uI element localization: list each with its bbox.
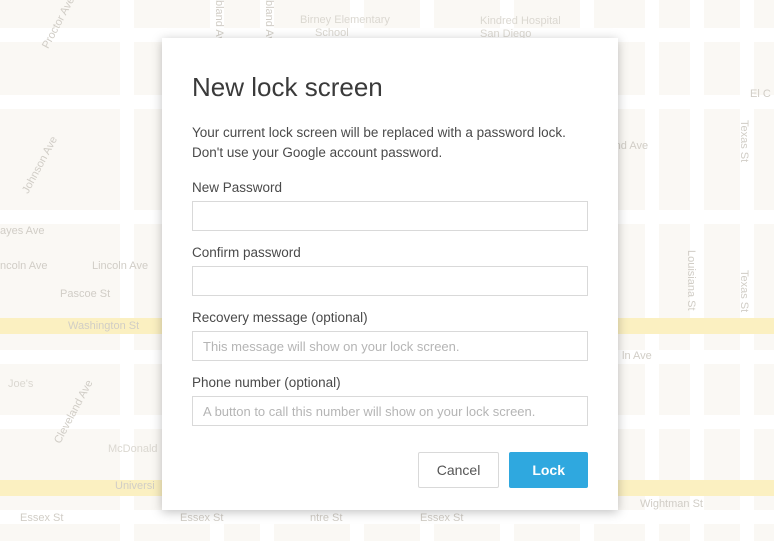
dialog-title: New lock screen [192,72,588,103]
recovery-message-field: Recovery message (optional) [192,310,588,361]
cancel-button[interactable]: Cancel [418,452,500,488]
lock-button[interactable]: Lock [509,452,588,488]
confirm-password-field: Confirm password [192,245,588,296]
confirm-password-input[interactable] [192,266,588,296]
dialog-description: Your current lock screen will be replace… [192,123,588,162]
phone-number-field: Phone number (optional) [192,375,588,426]
new-password-input[interactable] [192,201,588,231]
lock-screen-dialog: New lock screen Your current lock screen… [162,38,618,510]
recovery-message-input[interactable] [192,331,588,361]
confirm-password-label: Confirm password [192,245,588,260]
recovery-message-label: Recovery message (optional) [192,310,588,325]
phone-number-label: Phone number (optional) [192,375,588,390]
new-password-label: New Password [192,180,588,195]
phone-number-input[interactable] [192,396,588,426]
dialog-actions: Cancel Lock [192,452,588,488]
new-password-field: New Password [192,180,588,231]
